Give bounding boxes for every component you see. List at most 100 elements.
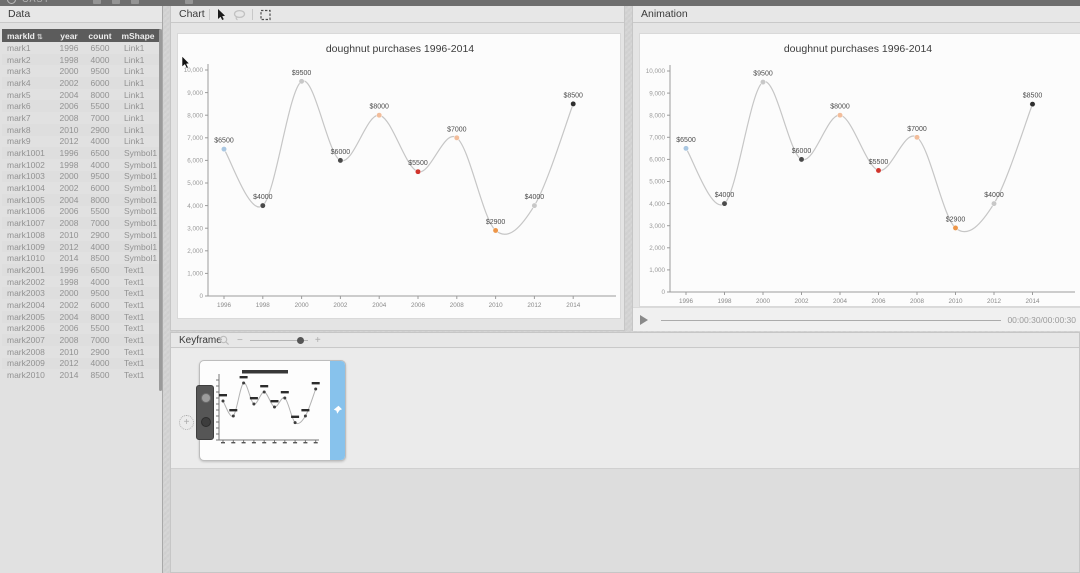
table-row[interactable]: mark200420026000Text1 xyxy=(2,299,160,311)
mini-point-label xyxy=(250,397,258,399)
table-row[interactable]: mark200620065500Text1 xyxy=(2,323,160,335)
table-row[interactable]: mark820102900Link1 xyxy=(2,124,160,136)
mini-x-label xyxy=(293,442,297,443)
cursor-tool-icon[interactable] xyxy=(216,8,227,21)
data-point-2010[interactable] xyxy=(493,228,498,233)
mini-x-label xyxy=(221,442,225,443)
table-cell: 2002 xyxy=(54,77,84,89)
table-row[interactable]: mark200119966500Text1 xyxy=(2,264,160,276)
table-cell: mark1008 xyxy=(2,229,54,241)
handle-knob-top[interactable] xyxy=(201,393,211,403)
data-point-2014[interactable] xyxy=(571,101,576,106)
marquee-select-tool-icon[interactable] xyxy=(259,9,272,21)
column-header-mshape[interactable]: mShape xyxy=(116,29,160,42)
data-point-2002[interactable] xyxy=(338,158,343,163)
table-cell: mark1003 xyxy=(2,171,54,183)
table-row[interactable]: mark720087000Link1 xyxy=(2,112,160,124)
y-tick-label: 9,000 xyxy=(187,90,203,97)
pin-icon xyxy=(333,405,343,416)
magnifier-icon xyxy=(219,335,230,346)
point-label: $8000 xyxy=(369,104,389,111)
toolbar-icon-1[interactable] xyxy=(93,0,101,4)
table-row[interactable]: mark200920124000Text1 xyxy=(2,358,160,370)
table-row[interactable]: mark420026000Link1 xyxy=(2,77,160,89)
table-row[interactable]: mark100119966500Symbol1 xyxy=(2,147,160,159)
toolbar-icon-2[interactable] xyxy=(112,0,120,4)
data-point-1998[interactable] xyxy=(260,203,265,208)
data-point-2008[interactable] xyxy=(914,135,919,140)
column-header-year[interactable]: year xyxy=(54,29,84,42)
y-tick-label: 4,000 xyxy=(187,203,203,210)
data-scrollbar[interactable] xyxy=(159,29,162,391)
lasso-tool-icon[interactable] xyxy=(233,9,246,21)
table-row[interactable]: mark100620065500Symbol1 xyxy=(2,206,160,218)
table-row[interactable]: mark100520048000Symbol1 xyxy=(2,194,160,206)
toolbar-icon-4[interactable] xyxy=(185,0,193,4)
table-row[interactable]: mark201020148500Text1 xyxy=(2,369,160,381)
table-row[interactable]: mark320009500Link1 xyxy=(2,65,160,77)
data-point-1996[interactable] xyxy=(221,146,226,151)
table-cell: 9500 xyxy=(84,65,116,77)
chart-canvas[interactable]: doughnut purchases 1996-201401,0002,0003… xyxy=(177,33,621,319)
slider-thumb[interactable] xyxy=(297,337,304,344)
toolbar-icon-3[interactable] xyxy=(131,0,139,4)
table-row[interactable]: mark200320009500Text1 xyxy=(2,287,160,299)
data-point-2000[interactable] xyxy=(760,79,765,84)
table-row[interactable]: mark200219984000Text1 xyxy=(2,276,160,288)
zoom-out-button[interactable]: − xyxy=(237,333,243,348)
data-point-2004[interactable] xyxy=(377,113,382,118)
table-cell: mark2009 xyxy=(2,358,54,370)
keyframe-zoom-slider[interactable] xyxy=(250,340,308,341)
play-button[interactable] xyxy=(640,315,648,325)
column-header-markid[interactable]: markId⇅ xyxy=(2,29,54,42)
keyframe-pin-strip[interactable] xyxy=(330,361,345,460)
keyframe-thumbnail-card[interactable] xyxy=(199,360,346,461)
table-cell: Symbol1 xyxy=(116,206,160,218)
column-header-count[interactable]: count xyxy=(84,29,116,42)
table-row[interactable]: mark100720087000Symbol1 xyxy=(2,217,160,229)
table-row[interactable]: mark100920124000Symbol1 xyxy=(2,241,160,253)
table-row[interactable]: mark200720087000Text1 xyxy=(2,334,160,346)
table-cell: 2012 xyxy=(54,358,84,370)
data-point-2004[interactable] xyxy=(837,113,842,118)
data-point-2012[interactable] xyxy=(532,203,537,208)
data-point-2006[interactable] xyxy=(876,168,881,173)
mini-point-label xyxy=(260,385,268,387)
table-cell: mark8 xyxy=(2,124,54,136)
table-row[interactable]: mark620065500Link1 xyxy=(2,100,160,112)
data-point-2000[interactable] xyxy=(299,79,304,84)
table-row[interactable]: mark100820102900Symbol1 xyxy=(2,229,160,241)
table-row[interactable]: mark100320009500Symbol1 xyxy=(2,171,160,183)
data-point-1996[interactable] xyxy=(683,146,688,151)
table-row[interactable]: mark119966500Link1 xyxy=(2,42,160,54)
data-point-1998[interactable] xyxy=(722,201,727,206)
keyframe-drag-handle[interactable] xyxy=(196,385,214,440)
y-tick-label: 0 xyxy=(661,289,665,296)
playback-progress[interactable] xyxy=(661,320,1001,321)
table-cell: 2000 xyxy=(54,171,84,183)
table-row[interactable]: mark100219984000Symbol1 xyxy=(2,159,160,171)
data-point-2000 xyxy=(242,382,245,385)
table-row[interactable]: mark920124000Link1 xyxy=(2,136,160,148)
data-point-2002[interactable] xyxy=(799,157,804,162)
data-point-2014[interactable] xyxy=(1030,101,1035,106)
zoom-in-button[interactable]: + xyxy=(315,333,321,348)
table-row[interactable]: mark100420026000Symbol1 xyxy=(2,182,160,194)
table-row[interactable]: mark219984000Link1 xyxy=(2,54,160,66)
table-row[interactable]: mark520048000Link1 xyxy=(2,89,160,101)
add-keyframe-button[interactable]: + xyxy=(179,415,194,430)
table-row[interactable]: mark101020148500Symbol1 xyxy=(2,252,160,264)
sort-icon[interactable]: ⇅ xyxy=(37,34,43,41)
table-cell: 4000 xyxy=(84,54,116,66)
handle-knob-bottom[interactable] xyxy=(201,417,211,427)
data-point-2010[interactable] xyxy=(953,225,958,230)
y-tick-label: 2,000 xyxy=(649,245,665,252)
table-row[interactable]: mark200820102900Text1 xyxy=(2,346,160,358)
table-row[interactable]: mark200520048000Text1 xyxy=(2,311,160,323)
toolbar-divider xyxy=(209,9,210,20)
data-point-2006[interactable] xyxy=(415,169,420,174)
data-point-2012[interactable] xyxy=(991,201,996,206)
x-tick-label: 2010 xyxy=(948,298,963,305)
x-tick-label: 1996 xyxy=(217,302,232,309)
data-point-2008[interactable] xyxy=(454,135,459,140)
